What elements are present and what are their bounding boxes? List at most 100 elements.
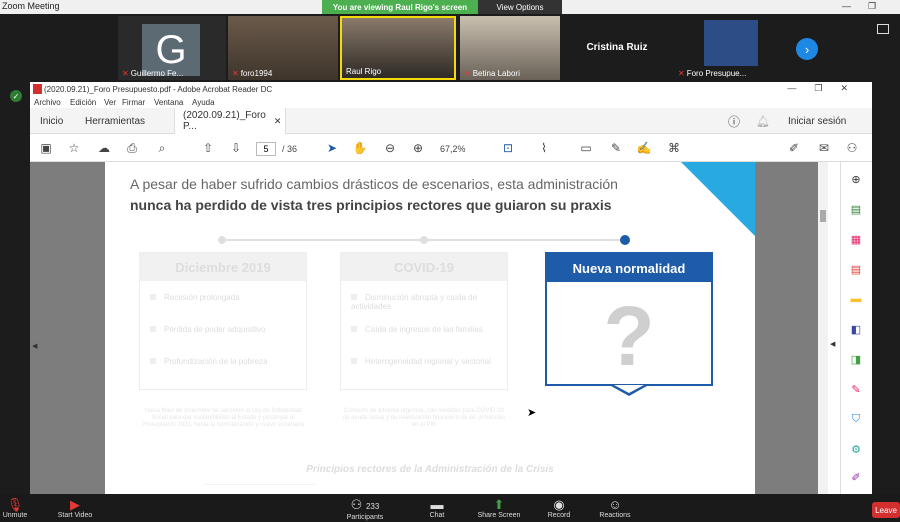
corner-decoration — [681, 162, 755, 236]
sign-in-button[interactable]: Iniciar sesión — [788, 108, 846, 134]
card-nueva-normalidad: Nueva normalidad ? — [545, 252, 713, 386]
upload-cloud-icon[interactable]: ☁ — [96, 140, 112, 156]
participant-name: Raul Rigo — [346, 67, 382, 76]
video-tile[interactable]: Cristina Ruiz — [562, 16, 672, 80]
stamp-icon[interactable]: ⌘ — [666, 140, 682, 156]
zoom-out-icon[interactable]: ⊖ — [382, 140, 398, 156]
edit-rail-icon[interactable]: ✐ — [849, 470, 863, 484]
window-controls[interactable]: —❐✕ — [787, 83, 866, 94]
view-options-button[interactable]: View Options — [478, 0, 562, 14]
next-page-icon[interactable]: ⇩ — [228, 140, 244, 156]
email-icon[interactable]: ✉ — [816, 140, 832, 156]
card-item: Caída de ingresos de las familias — [351, 325, 501, 334]
menu-ver[interactable]: Ver — [104, 98, 116, 107]
comment-rail-icon[interactable]: ▬ — [849, 292, 863, 306]
chat-icon: ▬ — [430, 497, 444, 512]
bookmark-star-icon[interactable]: ☆ — [66, 140, 82, 156]
compress-icon[interactable]: ◨ — [849, 352, 863, 366]
video-tile[interactable]: G ✕ Guillermo Fe... — [118, 16, 226, 80]
security-shield-icon: ✓ — [10, 90, 22, 102]
video-tile[interactable]: ✕ foro1994 — [228, 16, 338, 80]
bell-icon[interactable]: 🔔︎ — [756, 108, 770, 134]
acrobat-title: (2020.09.21)_Foro Presupuesto.pdf - Adob… — [44, 85, 273, 94]
timeline-dot — [218, 236, 226, 244]
gallery-view-icon[interactable] — [877, 24, 889, 34]
collapse-right-icon[interactable]: ◀ — [830, 340, 835, 348]
progress-timeline — [218, 235, 630, 245]
tab-herramientas[interactable]: Herramientas — [85, 108, 145, 134]
chat-button[interactable]: ▬ Chat — [402, 497, 472, 520]
card-title: Nueva normalidad — [547, 254, 711, 282]
share-user-icon[interactable]: ⚇ — [844, 140, 860, 156]
zoom-search-icon[interactable]: ⊕ — [849, 172, 863, 186]
menu-ventana[interactable]: Ventana — [154, 98, 183, 107]
scrollbar-thumb[interactable] — [820, 210, 826, 222]
tools-rail: ⊕ ▤ ▦ ▤ ▬ ◧ ◨ ✎ ⛉ ⚙ ✐ — [840, 162, 872, 494]
mic-muted-icon: ✕ — [232, 69, 239, 78]
video-gallery: G ✕ Guillermo Fe... ✕ foro1994 Raul Rigo ✕… — [0, 14, 900, 82]
viewing-banner: You are viewing Raul Rigo's screen — [322, 0, 478, 14]
protect-icon[interactable]: ⛉ — [849, 412, 863, 426]
participant-name: Guillermo Fe... — [130, 69, 184, 78]
participant-name: Betina Labori — [472, 69, 520, 78]
right-strip — [872, 82, 900, 494]
stamp-rail-icon[interactable]: ⚙ — [849, 442, 863, 456]
menu-firmar[interactable]: Firmar — [122, 98, 145, 107]
export-pdf-icon[interactable]: ▤ — [849, 202, 863, 216]
comment-icon[interactable]: ▭ — [578, 140, 594, 156]
fill-sign-rail-icon[interactable]: ✎ — [849, 382, 863, 396]
page-number-input[interactable]: 5 — [256, 142, 276, 156]
zoom-window-title: Zoom Meeting — [2, 1, 60, 11]
fill-sign-icon[interactable]: ✐ — [786, 140, 802, 156]
video-tile[interactable]: ✕ Foro Presupue... — [674, 16, 784, 80]
pen-icon[interactable]: ✎ — [608, 140, 624, 156]
combine-files-icon[interactable]: ◧ — [849, 322, 863, 336]
create-pdf-icon[interactable]: ▤ — [849, 262, 863, 276]
zoom-controls-bar: 🎙︎ Unmute ▶ Start Video ⚇ 233 Participants … — [0, 494, 900, 522]
marker-tool-icon[interactable]: ⌇ — [536, 140, 552, 156]
menu-edicion[interactable]: Edición — [70, 98, 96, 107]
participant-name: foro1994 — [240, 69, 273, 78]
video-tile[interactable]: ✕ Betina Labori — [460, 16, 560, 80]
footer-divider — [205, 484, 315, 494]
timeline-dot-active — [620, 235, 630, 245]
tab-bar: Inicio Herramientas (2020.09.21)_Foro P.… — [30, 108, 872, 134]
search-icon[interactable]: ⌕ — [154, 140, 170, 156]
sign-icon[interactable]: ✍ — [636, 140, 652, 156]
hand-tool-icon[interactable]: ✋ — [352, 140, 368, 156]
participants-button[interactable]: ⚇ 233 Participants — [330, 497, 400, 522]
start-video-button[interactable]: ▶ Start Video — [40, 498, 110, 520]
collapse-left-icon[interactable]: ◀ — [32, 342, 37, 350]
minimize-icon[interactable]: — — [842, 1, 851, 11]
tab-document[interactable]: (2020.09.21)_Foro P... ✕ — [174, 108, 286, 134]
leave-button[interactable]: Leave — [872, 502, 900, 518]
menu-ayuda[interactable]: Ayuda — [192, 98, 215, 107]
zoom-level-select[interactable]: 67,2% — [440, 144, 466, 154]
video-tile-active-speaker[interactable]: Raul Rigo — [340, 16, 456, 80]
save-icon[interactable]: ▣ — [38, 140, 54, 156]
mic-muted-icon: ✕ — [122, 69, 129, 78]
organize-pages-icon[interactable]: ▦ — [849, 232, 863, 246]
zoom-titlebar: Zoom Meeting You are viewing Raul Rigo's… — [0, 0, 900, 14]
slide-heading-line1: A pesar de haber sufrido cambios drástic… — [130, 176, 618, 192]
mic-muted-icon: ✕ — [678, 69, 685, 78]
prev-page-icon[interactable]: ⇧ — [200, 140, 216, 156]
next-page-arrow-icon[interactable]: › — [796, 38, 818, 60]
participants-icon: ⚇ 233 — [350, 497, 380, 512]
print-icon[interactable]: ⎙ — [124, 140, 140, 156]
restore-icon[interactable]: ❐ — [868, 1, 876, 12]
help-icon[interactable]: ⓘ — [728, 108, 740, 134]
zoom-in-icon[interactable]: ⊕ — [410, 140, 426, 156]
menu-archivo[interactable]: Archivo — [34, 98, 61, 107]
tab-document-label: (2020.09.21)_Foro P... — [183, 110, 266, 132]
reactions-button[interactable]: ☺ Reactions — [580, 498, 650, 520]
mouse-cursor-icon: ➤ — [527, 407, 537, 419]
document-area[interactable]: ◀ A pesar de haber sufrido cambios drást… — [30, 162, 828, 494]
fit-page-icon[interactable]: ⊡ — [500, 140, 516, 156]
left-strip: ✓ — [0, 82, 30, 494]
card-covid-19: COVID-19 Disminución abrupta y caída de … — [340, 252, 508, 390]
close-icon[interactable]: ✕ — [274, 116, 282, 127]
vertical-scrollbar[interactable] — [818, 162, 828, 494]
select-cursor-icon[interactable]: ➤ — [324, 140, 340, 156]
tab-inicio[interactable]: Inicio — [40, 108, 63, 134]
